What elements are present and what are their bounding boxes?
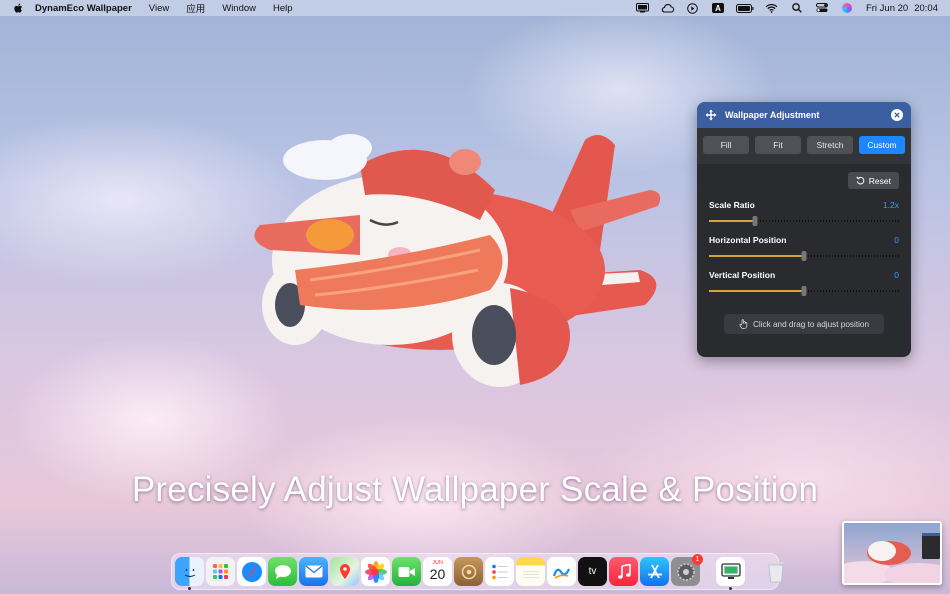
screen-app-icon[interactable]: [716, 557, 745, 590]
slider-fill: [709, 220, 755, 222]
reminders-icon[interactable]: [485, 557, 514, 586]
running-indicator: [729, 587, 732, 590]
reset-icon: [856, 176, 865, 185]
panel-title: Wallpaper Adjustment: [725, 110, 820, 120]
calendar-day: 20: [429, 565, 446, 582]
hand-pointer-icon: [739, 319, 748, 329]
vertical-position-slider[interactable]: [709, 286, 899, 296]
horizontal-position-slider[interactable]: [709, 251, 899, 261]
trash-icon[interactable]: [761, 557, 790, 586]
menu-app[interactable]: 应用: [186, 1, 205, 15]
facetime-icon[interactable]: [392, 557, 421, 586]
calendar-icon[interactable]: JUN 20: [423, 557, 452, 586]
scale-ratio-slider[interactable]: [709, 216, 899, 226]
finder-icon[interactable]: [175, 557, 204, 590]
promo-caption: Precisely Adjust Wallpaper Scale & Posit…: [131, 470, 819, 509]
launchpad-icon[interactable]: [206, 557, 235, 586]
close-button[interactable]: [891, 109, 903, 121]
messages-icon[interactable]: [268, 557, 297, 586]
vertical-position-control: Vertical Position 0: [709, 270, 899, 296]
control-center-icon[interactable]: [815, 3, 829, 14]
safari-icon[interactable]: [237, 557, 266, 586]
slider-fill: [709, 290, 804, 292]
spotlight-search-icon[interactable]: [790, 3, 804, 14]
maps-icon[interactable]: [330, 557, 359, 586]
mail-icon[interactable]: [299, 557, 328, 586]
mode-stretch-button[interactable]: Stretch: [807, 136, 853, 154]
slider-fill: [709, 255, 804, 257]
move-arrows-icon[interactable]: [705, 109, 717, 121]
menu-view[interactable]: View: [149, 3, 169, 14]
close-icon: [894, 112, 900, 118]
freeform-icon[interactable]: [547, 557, 576, 586]
reset-button[interactable]: Reset: [847, 172, 899, 189]
wifi-icon[interactable]: [765, 3, 779, 14]
menu-help[interactable]: Help: [273, 3, 293, 14]
slider-knob[interactable]: [801, 251, 807, 261]
battery-icon[interactable]: [735, 3, 754, 14]
input-source-icon[interactable]: A: [711, 3, 725, 14]
menu-clock[interactable]: Fri Jun 20 20:04: [866, 3, 938, 14]
horizontal-position-control: Horizontal Position 0: [709, 235, 899, 261]
siri-icon[interactable]: [840, 3, 854, 14]
input-source-label: A: [711, 3, 724, 13]
drag-hint-text: Click and drag to adjust position: [752, 319, 870, 329]
scale-mode-selector: Fill Fit Stretch Custom: [697, 128, 911, 164]
mode-fill-button[interactable]: Fill: [703, 136, 749, 154]
scale-ratio-value: 1.2x: [882, 200, 899, 210]
slider-knob[interactable]: [752, 216, 758, 226]
cloud-icon[interactable]: [661, 3, 675, 14]
mode-custom-button[interactable]: Custom: [859, 136, 905, 154]
vertical-position-label: Vertical Position: [709, 270, 776, 280]
tv-icon[interactable]: tv: [578, 557, 607, 586]
drag-hint: Click and drag to adjust position: [724, 314, 884, 334]
horizontal-position-label: Horizontal Position: [709, 235, 787, 245]
wallpaper-adjustment-panel: Wallpaper Adjustment Fill Fit Stretch Cu…: [697, 102, 911, 357]
notes-icon[interactable]: [516, 557, 545, 586]
menu-window[interactable]: Window: [222, 3, 256, 14]
menu-bar: DynamEco Wallpaper View 应用 Window Help A: [0, 0, 950, 16]
slider-knob[interactable]: [801, 286, 807, 296]
system-settings-icon[interactable]: 1: [671, 554, 703, 586]
running-indicator: [188, 587, 191, 590]
menu-date: Fri Jun 20: [865, 2, 909, 14]
display-wallpaper-icon[interactable]: [636, 3, 650, 14]
knitted-airplane-illustration: [254, 134, 661, 387]
music-icon[interactable]: [609, 557, 638, 586]
play-icon[interactable]: [686, 2, 700, 14]
notification-badge: 1: [692, 554, 703, 565]
apple-menu-icon[interactable]: [13, 3, 23, 14]
reset-label: Reset: [868, 175, 891, 186]
mode-fit-button[interactable]: Fit: [755, 136, 801, 154]
horizontal-position-value: 0: [894, 235, 899, 245]
scale-ratio-label: Scale Ratio: [709, 200, 755, 210]
app-store-icon[interactable]: [640, 557, 669, 586]
scale-ratio-control: Scale Ratio 1.2x: [709, 200, 899, 226]
wallpaper-app-icon[interactable]: [454, 557, 483, 586]
app-menu[interactable]: DynamEco Wallpaper: [35, 3, 132, 14]
tv-label: tv: [588, 566, 597, 577]
thumbnail-preview-image: [844, 533, 940, 583]
screenshot-thumbnail[interactable]: [842, 521, 942, 585]
menu-time: 20:04: [914, 2, 938, 14]
vertical-position-value: 0: [894, 270, 899, 280]
photos-icon[interactable]: [361, 557, 390, 586]
dock: JUN 20 tv 1: [171, 553, 784, 590]
panel-header[interactable]: Wallpaper Adjustment: [697, 102, 911, 128]
